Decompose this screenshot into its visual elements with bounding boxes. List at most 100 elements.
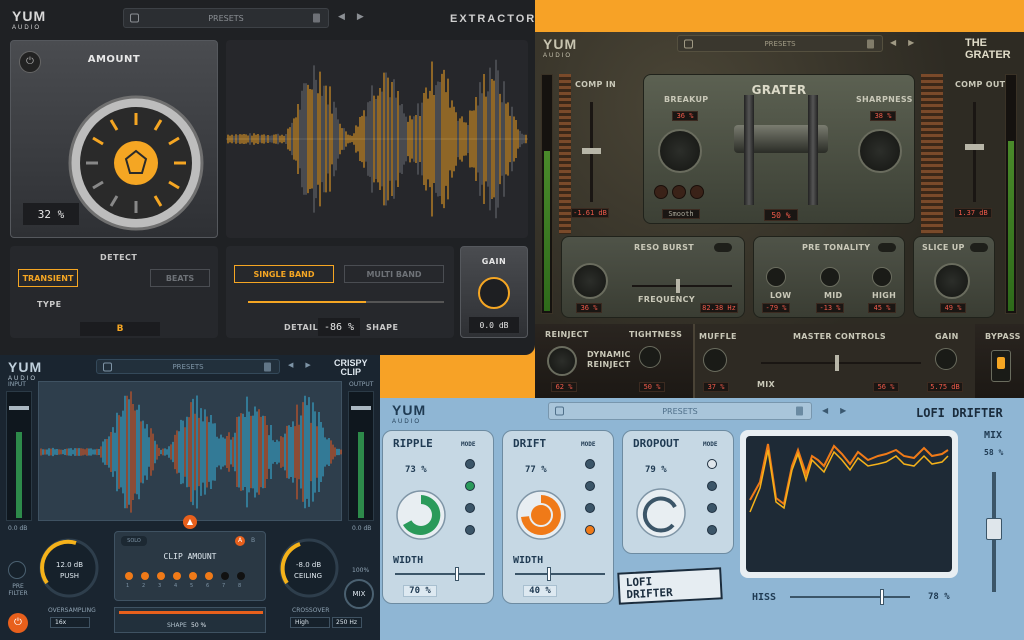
drift-width-slider[interactable] <box>515 567 605 581</box>
clip-led[interactable] <box>189 572 197 580</box>
type-selector[interactable]: B <box>80 322 160 336</box>
breakup-value[interactable]: 36 % <box>672 111 698 121</box>
clip-led[interactable] <box>205 572 213 580</box>
frequency-value[interactable]: 82.38 Hz <box>700 303 738 313</box>
detail-shape-slider[interactable] <box>248 301 444 303</box>
slice-up-toggle[interactable] <box>970 243 988 252</box>
drift-mode-1[interactable] <box>585 459 595 469</box>
save-icon[interactable] <box>313 13 320 23</box>
power-icon[interactable]: ⏻ <box>8 613 28 633</box>
gain-value[interactable]: 5.75 dB <box>927 382 963 392</box>
multi-band-button[interactable]: MULTI BAND <box>344 265 444 283</box>
save-icon[interactable] <box>796 406 803 416</box>
muffle-value[interactable]: 37 % <box>703 382 729 392</box>
presets-bar[interactable]: PRESETS <box>96 359 280 374</box>
smooth-button[interactable]: Smooth <box>662 209 700 219</box>
crossover-hz[interactable]: 250 Hz <box>332 617 362 628</box>
breakup-mode-3[interactable] <box>690 185 704 199</box>
breakup-mode-2[interactable] <box>672 185 686 199</box>
reso-knob[interactable] <box>572 263 608 299</box>
amount-knob[interactable] <box>66 93 206 233</box>
preset-arrows[interactable]: ◀▶ <box>822 406 858 415</box>
high-knob[interactable] <box>872 267 892 287</box>
shape-control[interactable]: SHAPE 50 % <box>114 607 266 633</box>
dropout-mode-2[interactable] <box>707 481 717 491</box>
comp-out-slider[interactable] <box>965 102 984 202</box>
sharpness-value[interactable]: 38 % <box>870 111 896 121</box>
bypass-switch[interactable] <box>991 350 1011 382</box>
breakup-mode-1[interactable] <box>654 185 668 199</box>
drift-mode-4[interactable] <box>585 525 595 535</box>
frequency-slider[interactable] <box>632 279 732 293</box>
clip-led[interactable] <box>157 572 165 580</box>
reinject-value[interactable]: 62 % <box>551 382 577 392</box>
mid-knob[interactable] <box>820 267 840 287</box>
grater-center-value[interactable]: 50 % <box>764 209 798 221</box>
gain-knob[interactable] <box>478 277 510 309</box>
transient-button[interactable]: TRANSIENT <box>18 269 78 287</box>
drift-width-value[interactable]: 40 % <box>523 585 557 597</box>
save-icon[interactable] <box>264 362 271 371</box>
high-value[interactable]: 45 % <box>868 303 896 313</box>
presets-bar[interactable]: PRESETS <box>123 8 329 28</box>
slice-up-value[interactable]: 49 % <box>940 303 966 313</box>
drift-mode-2[interactable] <box>585 481 595 491</box>
ripple-mode-3[interactable] <box>465 503 475 513</box>
collapse-icon[interactable]: ▲ <box>183 515 197 529</box>
low-knob[interactable] <box>766 267 786 287</box>
reinject-knob[interactable] <box>547 346 577 376</box>
reso-burst-toggle[interactable] <box>714 243 732 252</box>
ripple-mode-1[interactable] <box>465 459 475 469</box>
oversampling-select[interactable]: 16x <box>50 617 90 628</box>
mid-value[interactable]: -13 % <box>816 303 844 313</box>
save-icon[interactable] <box>867 39 874 48</box>
gain-value[interactable]: 0.0 dB <box>469 317 519 333</box>
pre-tonality-toggle[interactable] <box>878 243 896 252</box>
clip-led[interactable] <box>141 572 149 580</box>
drift-knob[interactable] <box>515 489 567 541</box>
muffle-knob[interactable] <box>703 348 727 372</box>
comp-out-value[interactable]: 1.37 dB <box>954 208 992 218</box>
presets-bar[interactable]: PRESETS <box>548 402 812 420</box>
ripple-width-value[interactable]: 70 % <box>403 585 437 597</box>
ripple-mode-4[interactable] <box>465 525 475 535</box>
ab-b-button[interactable]: B <box>248 536 258 546</box>
amount-value[interactable]: 32 % <box>23 203 79 225</box>
single-band-button[interactable]: SINGLE BAND <box>234 265 334 283</box>
pre-filter-knob[interactable] <box>8 561 26 579</box>
breakup-knob[interactable] <box>658 129 702 173</box>
preset-arrows[interactable]: ◀▶ <box>890 38 926 47</box>
detail-value[interactable]: -86 % <box>318 318 360 336</box>
mix-slider[interactable] <box>986 472 1002 592</box>
mix-slider[interactable] <box>761 355 921 371</box>
preset-arrows[interactable]: ◀▶ <box>288 361 323 369</box>
crossover-select[interactable]: High <box>290 617 330 628</box>
comp-in-slider[interactable] <box>582 102 601 202</box>
presets-bar[interactable]: PRESETS <box>677 35 883 52</box>
sharpness-knob[interactable] <box>858 129 902 173</box>
beats-button[interactable]: BEATS <box>150 269 210 287</box>
ab-a-button[interactable]: A <box>235 536 245 546</box>
clip-led[interactable] <box>221 572 229 580</box>
dropout-mode-3[interactable] <box>707 503 717 513</box>
dropout-mode-1[interactable] <box>707 459 717 469</box>
ripple-width-slider[interactable] <box>395 567 485 581</box>
clip-led[interactable] <box>173 572 181 580</box>
slice-up-knob[interactable] <box>934 263 970 299</box>
dropout-knob[interactable] <box>635 487 687 539</box>
low-value[interactable]: -79 % <box>762 303 790 313</box>
gain-knob[interactable] <box>935 348 957 370</box>
mix-value[interactable]: 56 % <box>873 382 899 392</box>
clip-led[interactable] <box>237 572 245 580</box>
solo-button[interactable]: SOLO <box>121 536 147 546</box>
preset-arrows[interactable]: ◀▶ <box>338 12 376 22</box>
tightness-knob[interactable] <box>639 346 661 368</box>
reso-value[interactable]: 36 % <box>576 303 602 313</box>
ripple-knob[interactable] <box>395 489 447 541</box>
tightness-value[interactable]: 50 % <box>639 382 665 392</box>
clip-leds[interactable]: 1 2 3 4 5 6 7 8 <box>125 572 255 592</box>
mix-knob[interactable]: MIX <box>344 579 374 609</box>
drift-mode-3[interactable] <box>585 503 595 513</box>
dropout-mode-4[interactable] <box>707 525 717 535</box>
hiss-slider[interactable] <box>790 589 910 605</box>
